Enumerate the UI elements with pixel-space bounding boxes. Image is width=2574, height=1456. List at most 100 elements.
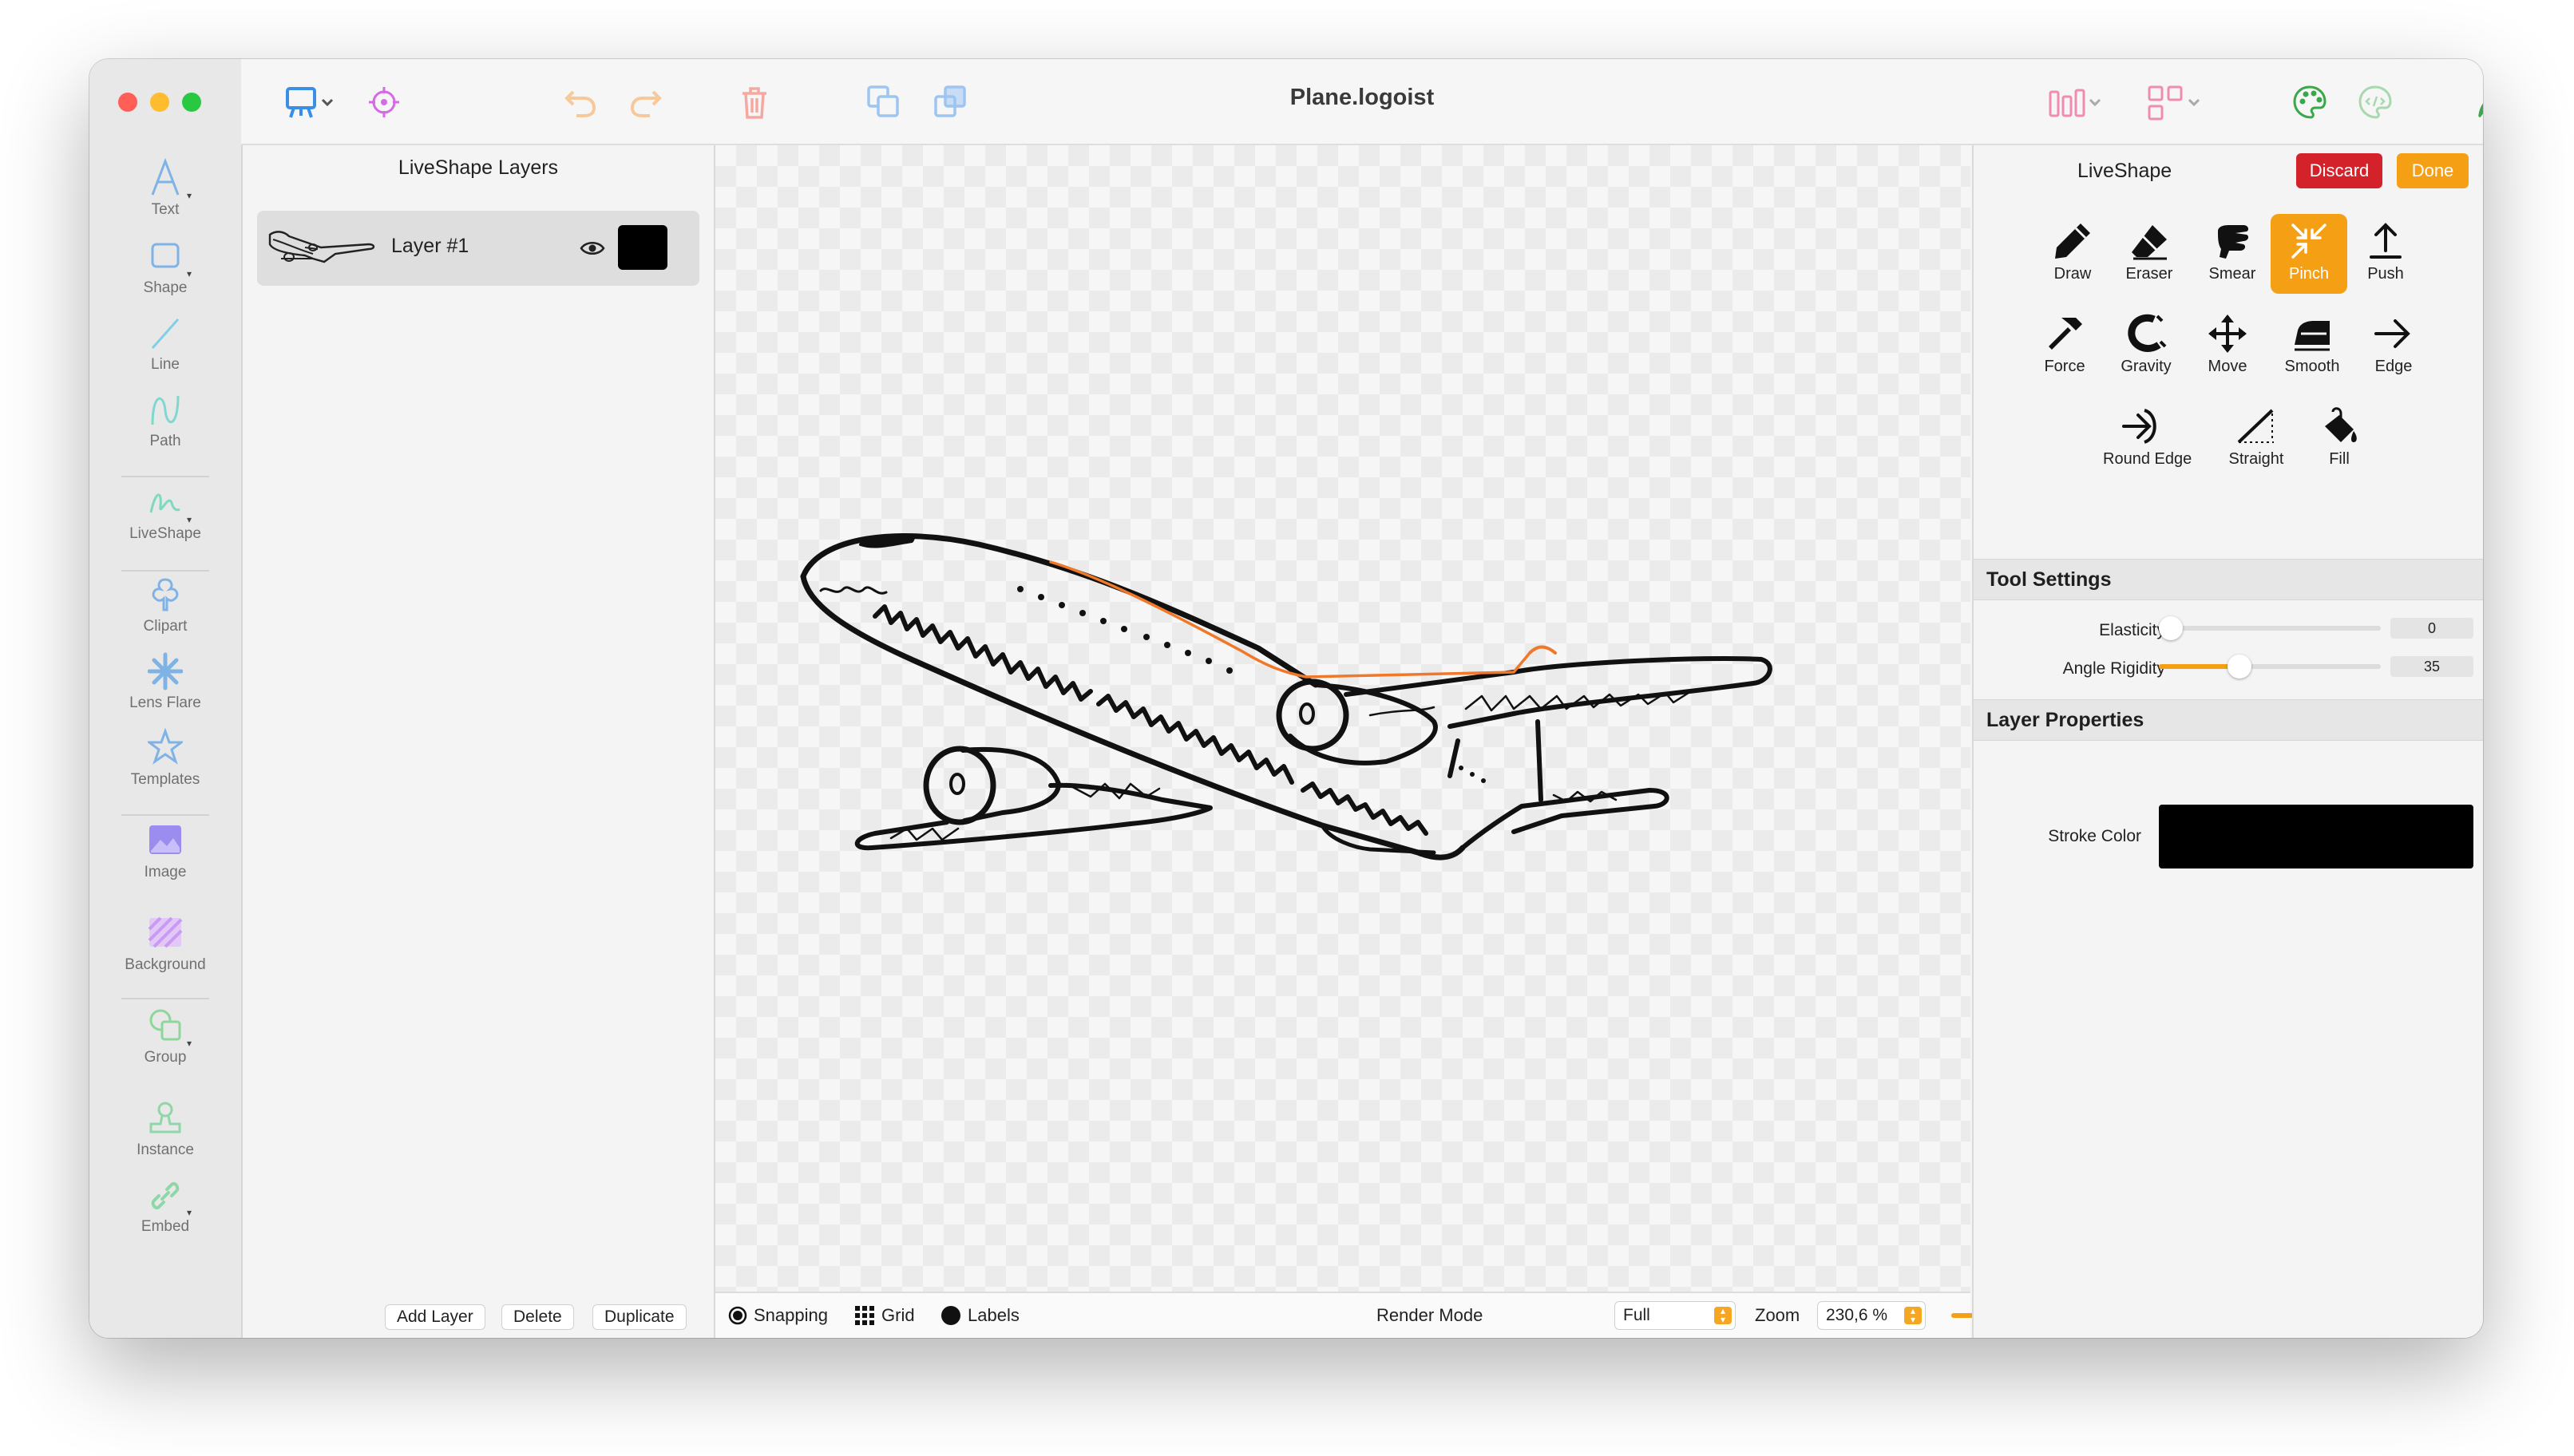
tool-force-label: Force	[2044, 358, 2085, 375]
tool-push[interactable]: Push	[2347, 214, 2424, 294]
angle-rigidity-label: Angle Rigidity	[2062, 659, 2165, 678]
layers-panel-title: LiveShape Layers	[398, 156, 559, 179]
zoom-select[interactable]: 230,6 % ▴ ▾	[1817, 1301, 1926, 1330]
pencil-icon	[2055, 224, 2090, 259]
tool-fill[interactable]: Fill	[2301, 399, 2378, 479]
arrange-button[interactable]	[2146, 81, 2202, 123]
sidebar-item-line[interactable]: Line	[89, 313, 241, 374]
sidebar-item-liveshape[interactable]: ▾ LiveShape	[89, 482, 241, 543]
tool-smear[interactable]: Smear	[2194, 214, 2271, 294]
sidebar-item-label: Embed	[141, 1218, 190, 1235]
tool-move-label: Move	[2208, 358, 2247, 375]
instance-icon	[149, 1102, 181, 1134]
sidebar-item-templates[interactable]: Templates	[89, 728, 241, 789]
sidebar-item-text[interactable]: ▾ Text	[89, 158, 241, 219]
tool-move[interactable]: Move	[2189, 307, 2266, 386]
sidebar-item-clipart[interactable]: Clipart	[89, 575, 241, 635]
background-icon	[148, 916, 183, 948]
sidebar-item-shape[interactable]: ▾ Shape	[89, 236, 241, 297]
grid-icon	[855, 1306, 874, 1325]
tool-round-edge-label: Round Edge	[2103, 450, 2192, 468]
sidebar-item-embed[interactable]: ▾ Embed	[89, 1175, 241, 1236]
discard-button[interactable]: Discard	[2296, 153, 2382, 188]
snapping-radio-icon	[728, 1306, 747, 1325]
zoom-window-button[interactable]	[182, 93, 201, 112]
share-button[interactable]	[2477, 81, 2483, 123]
tool-pinch[interactable]: Pinch	[2271, 214, 2347, 294]
tool-straight[interactable]: Straight	[2218, 399, 2295, 479]
grid-label: Grid	[881, 1305, 915, 1325]
sidebar-item-label: Image	[144, 864, 187, 880]
add-layer-button[interactable]: Add Layer	[385, 1304, 485, 1330]
sidebar-item-lens-flare[interactable]: Lens Flare	[89, 651, 241, 712]
layer-thumbnail	[268, 231, 375, 263]
tools-sidebar: ▾ Text ▾ Shape Line Path ▾ LiveShape Cli…	[89, 59, 243, 1338]
eye-icon[interactable]	[580, 239, 605, 257]
snapping-label: Snapping	[754, 1305, 828, 1325]
duplicate-layer-button[interactable]: Duplicate	[592, 1304, 687, 1330]
render-mode-select[interactable]: Full ▴ ▾	[1614, 1301, 1736, 1330]
layer-row[interactable]: Layer #1	[257, 211, 699, 286]
angle-rigidity-slider[interactable]	[2159, 655, 2381, 679]
sidebar-divider	[121, 476, 209, 477]
sidebar-item-instance[interactable]: Instance	[89, 1098, 241, 1159]
tool-edge-label: Edge	[2374, 358, 2413, 375]
palette-icon	[2293, 85, 2326, 119]
render-mode-label: Render Mode	[1376, 1305, 1483, 1325]
done-button[interactable]: Done	[2397, 153, 2469, 188]
sidebar-item-path[interactable]: Path	[89, 390, 241, 450]
labels-label: Labels	[968, 1305, 1020, 1325]
airplane-drawing[interactable]	[715, 145, 1970, 1292]
tool-gravity-label: Gravity	[2121, 358, 2172, 375]
sidebar-item-group[interactable]: ▾ Group	[89, 1006, 241, 1066]
drawing-canvas[interactable]	[715, 145, 1970, 1292]
elasticity-slider[interactable]	[2159, 616, 2381, 640]
sidebar-item-image[interactable]: Image	[89, 821, 241, 881]
color-picker-button[interactable]	[2357, 81, 2394, 123]
edge-icon	[2374, 319, 2410, 348]
align-button[interactable]	[2047, 81, 2103, 123]
align-bars-icon	[2049, 89, 2085, 117]
tool-smooth[interactable]: Smooth	[2274, 307, 2350, 386]
canvas-status-bar: Snapping Grid Labels Render Mode Full ▴ ▾…	[715, 1292, 2044, 1338]
elasticity-value-field[interactable]: 0	[2390, 618, 2473, 639]
grid-toggle[interactable]: Grid	[854, 1305, 915, 1326]
sidebar-item-label: Instance	[137, 1141, 194, 1158]
app-window: ▾ Text ▾ Shape Line Path ▾ LiveShape Cli…	[89, 59, 2483, 1338]
minimize-window-button[interactable]	[150, 93, 169, 112]
chevron-down-icon	[2089, 98, 2101, 107]
tool-smooth-label: Smooth	[2284, 358, 2340, 375]
text-icon	[151, 158, 180, 196]
labels-toggle[interactable]: Labels	[940, 1305, 1020, 1326]
group-icon	[149, 1009, 181, 1041]
zoom-value: 230,6 %	[1826, 1306, 1888, 1324]
render-mode-value: Full	[1623, 1306, 1650, 1324]
tool-gravity[interactable]: Gravity	[2108, 307, 2184, 386]
chevron-down-icon: ▾	[187, 514, 192, 525]
close-window-button[interactable]	[118, 93, 137, 112]
tool-round-edge[interactable]: Round Edge	[2103, 399, 2192, 479]
colors-button[interactable]	[2291, 81, 2328, 123]
sidebar-item-background[interactable]: Background	[89, 913, 241, 974]
shape-icon	[151, 243, 180, 268]
templates-icon	[148, 728, 183, 765]
chevron-down-icon: ▾	[187, 268, 192, 279]
elasticity-slider-knob[interactable]	[2159, 616, 2183, 640]
tool-force[interactable]: Force	[2026, 307, 2103, 386]
tool-draw[interactable]: Draw	[2034, 214, 2111, 294]
stroke-color-well[interactable]	[2159, 805, 2473, 868]
sidebar-divider	[121, 814, 209, 816]
tool-fill-label: Fill	[2329, 450, 2350, 468]
snapping-toggle[interactable]: Snapping	[728, 1305, 828, 1326]
hammer-icon	[2049, 318, 2082, 350]
sidebar-item-label: Shape	[143, 279, 188, 296]
tool-eraser[interactable]: Eraser	[2111, 214, 2188, 294]
angle-rigidity-slider-knob[interactable]	[2228, 655, 2251, 679]
clipart-icon	[152, 578, 179, 611]
layer-color-swatch[interactable]	[618, 225, 667, 270]
toolbar: Plane.logoist	[241, 59, 2483, 145]
delete-layer-button[interactable]: Delete	[501, 1304, 574, 1330]
chevron-down-icon: ▾	[187, 1038, 192, 1049]
angle-rigidity-value-field[interactable]: 35	[2390, 656, 2473, 677]
tool-edge[interactable]: Edge	[2355, 307, 2432, 386]
